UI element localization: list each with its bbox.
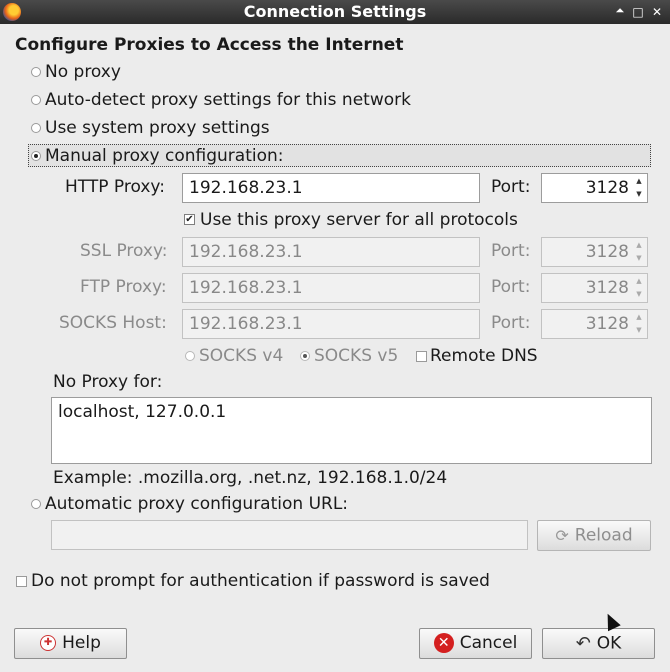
ssl-port-label: Port: [491, 241, 531, 261]
ftp-port-input[interactable]: 3128 ▲ ▼ [541, 273, 648, 303]
no-proxy-radio[interactable] [31, 67, 41, 77]
reload-button-label: Reload [574, 525, 633, 546]
help-icon: ✚ [40, 635, 57, 651]
no-proxy-for-label: No Proxy for: [53, 372, 163, 392]
ftp-port-value: 3128 [585, 278, 629, 298]
socks-port-input[interactable]: 3128 ▲ ▼ [541, 309, 648, 339]
spinner-arrows-icon[interactable]: ▲ ▼ [633, 311, 645, 337]
ok-button-label: OK [596, 633, 622, 654]
ok-icon: ↶ [575, 633, 591, 654]
ssl-port-value: 3128 [585, 242, 629, 262]
reload-icon: ⟳ [555, 526, 569, 545]
section-heading: Configure Proxies to Access the Internet [15, 35, 404, 55]
help-button[interactable]: ✚ Help [14, 628, 127, 659]
minimize-icon[interactable]: 🞁 [612, 3, 628, 21]
manual-proxy-radio[interactable] [31, 151, 41, 161]
socks-v4-radio[interactable] [185, 351, 195, 361]
no-proxy-for-textarea[interactable]: localhost, 127.0.0.1 [51, 397, 652, 464]
http-port-input[interactable]: 3128 ▲ ▼ [541, 173, 648, 203]
http-port-label: Port: [491, 177, 531, 197]
http-proxy-label: HTTP Proxy: [65, 177, 165, 197]
system-proxy-radio[interactable] [31, 123, 41, 133]
close-icon[interactable]: ✕ [649, 3, 665, 21]
auto-url-radio[interactable] [31, 499, 41, 509]
reload-button[interactable]: ⟳ Reload [537, 520, 651, 551]
socks-host-input[interactable]: 192.168.23.1 [182, 309, 480, 339]
socks-v4-label[interactable]: SOCKS v4 [199, 346, 283, 366]
socks-port-value: 3128 [585, 314, 629, 334]
spinner-arrows-icon[interactable]: ▲ ▼ [633, 239, 645, 265]
share-proxy-label[interactable]: Use this proxy server for all protocols [200, 210, 518, 230]
no-proxy-label[interactable]: No proxy [45, 62, 121, 82]
ftp-proxy-label: FTP Proxy: [80, 277, 167, 297]
title-bar: Connection Settings 🞁 □ ✕ [0, 0, 670, 24]
auto-url-input[interactable] [51, 520, 528, 550]
cancel-button[interactable]: ✕ Cancel [419, 628, 532, 659]
help-button-label: Help [62, 633, 101, 653]
http-port-value: 3128 [585, 178, 629, 198]
manual-proxy-label[interactable]: Manual proxy configuration: [45, 146, 283, 166]
ftp-proxy-input[interactable]: 192.168.23.1 [182, 273, 480, 303]
socks-port-label: Port: [491, 313, 531, 333]
cancel-button-label: Cancel [459, 633, 518, 653]
socks-host-label: SOCKS Host: [59, 313, 167, 333]
no-proxy-example: Example: .mozilla.org, .net.nz, 192.168.… [53, 468, 448, 488]
window-title: Connection Settings [243, 2, 427, 21]
ok-button[interactable]: ↶ OK [542, 628, 655, 659]
remote-dns-label[interactable]: Remote DNS [430, 346, 538, 366]
auto-detect-radio[interactable] [31, 95, 41, 105]
maximize-icon[interactable]: □ [630, 3, 646, 21]
firefox-icon [3, 3, 21, 21]
spinner-arrows-icon[interactable]: ▲ ▼ [633, 275, 645, 301]
spinner-arrows-icon[interactable]: ▲ ▼ [633, 175, 645, 201]
system-proxy-label[interactable]: Use system proxy settings [45, 118, 270, 138]
auto-url-label[interactable]: Automatic proxy configuration URL: [45, 494, 348, 514]
socks-v5-label[interactable]: SOCKS v5 [314, 346, 398, 366]
no-prompt-checkbox[interactable] [16, 576, 27, 587]
cancel-icon: ✕ [433, 633, 454, 653]
no-prompt-label[interactable]: Do not prompt for authentication if pass… [31, 571, 490, 591]
ssl-port-input[interactable]: 3128 ▲ ▼ [541, 237, 648, 267]
ftp-port-label: Port: [491, 277, 531, 297]
http-proxy-input[interactable]: 192.168.23.1 [182, 173, 480, 203]
auto-detect-label[interactable]: Auto-detect proxy settings for this netw… [45, 90, 411, 110]
ssl-proxy-label: SSL Proxy: [80, 241, 168, 261]
ssl-proxy-input[interactable]: 192.168.23.1 [182, 237, 480, 267]
remote-dns-checkbox[interactable] [416, 351, 427, 362]
socks-v5-radio[interactable] [300, 351, 310, 361]
share-proxy-checkbox[interactable]: ✔ [184, 214, 195, 225]
